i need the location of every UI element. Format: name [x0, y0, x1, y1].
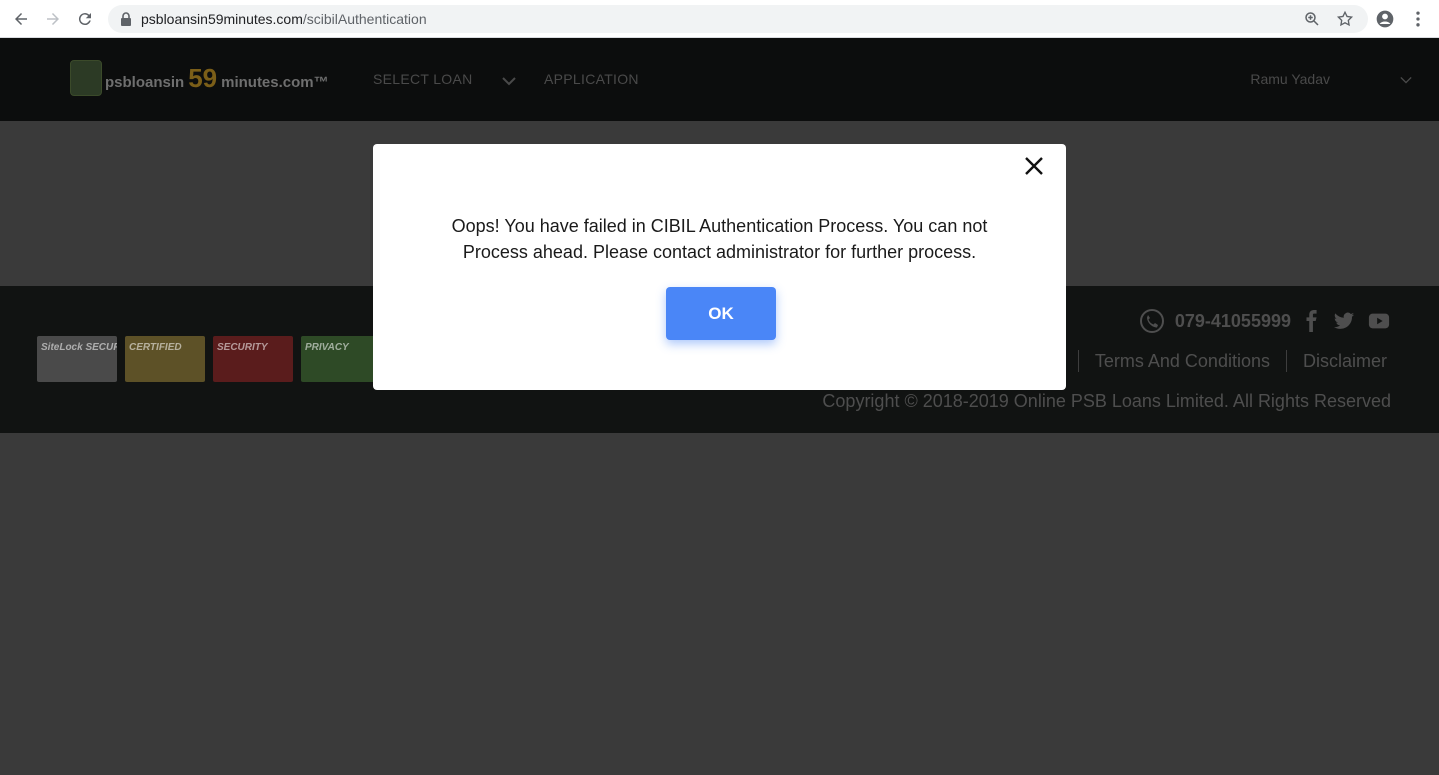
page-background [0, 433, 1439, 775]
sitelock-badge[interactable]: SiteLock SECURE [37, 336, 117, 382]
logo-badge-icon [70, 60, 102, 96]
footer-divider [1285, 350, 1287, 372]
nav-application[interactable]: APPLICATION [544, 71, 639, 87]
trust-badges: SiteLock SECURE CERTIFIED SECURITY PRIVA… [37, 336, 381, 382]
security-badge[interactable]: SECURITY [213, 336, 293, 382]
url-text: psbloansin59minutes.com/scibilAuthentica… [141, 11, 427, 27]
phone-number: 079-41055999 [1174, 310, 1291, 331]
site-logo[interactable]: psbloansin 59 minutes.com™ [70, 60, 329, 96]
chevron-down-icon[interactable] [502, 76, 516, 86]
ok-button[interactable]: OK [666, 287, 776, 340]
footer-divider [1077, 350, 1079, 372]
account-icon[interactable] [1375, 9, 1395, 29]
phone-icon [1139, 309, 1164, 333]
facebook-icon[interactable] [1301, 310, 1323, 332]
address-bar[interactable]: psbloansin59minutes.com/scibilAuthentica… [108, 5, 1368, 33]
user-menu[interactable]: Ramu Yadav [1250, 71, 1330, 87]
disclaimer-link[interactable]: Disclaimer [1303, 351, 1387, 372]
site-header: psbloansin 59 minutes.com™ SELECT LOAN APP… [0, 38, 1439, 121]
zoom-icon[interactable] [1303, 10, 1321, 28]
user-chevron-down-icon[interactable] [1400, 75, 1412, 85]
copyright-text: Copyright © 2018-2019 Online PSB Loans L… [822, 391, 1391, 411]
forward-arrow-icon[interactable] [42, 8, 64, 30]
contact-row: 079-41055999 [1139, 308, 1393, 334]
lock-icon [121, 12, 131, 26]
modal-message: Oops! You have failed in CIBIL Authentic… [451, 216, 988, 262]
logo-text: psbloansin 59 minutes.com™ [105, 62, 329, 93]
twitter-icon[interactable] [1333, 310, 1355, 332]
reload-icon[interactable] [74, 8, 96, 30]
youtube-icon[interactable] [1365, 310, 1393, 332]
error-modal: Oops! You have failed in CIBIL Authentic… [373, 144, 1066, 390]
privacy-badge[interactable]: PRIVACY [301, 336, 381, 382]
terms-link[interactable]: Terms And Conditions [1095, 351, 1270, 372]
close-icon[interactable] [1022, 154, 1046, 178]
menu-dots-icon[interactable] [1408, 9, 1428, 29]
footer-links: Terms And Conditions Disclaimer [1062, 350, 1387, 372]
back-arrow-icon[interactable] [10, 8, 32, 30]
star-icon[interactable] [1336, 10, 1354, 28]
certified-badge[interactable]: CERTIFIED [125, 336, 205, 382]
browser-toolbar: psbloansin59minutes.com/scibilAuthentica… [0, 0, 1439, 38]
nav-select-loan[interactable]: SELECT LOAN [373, 71, 473, 87]
